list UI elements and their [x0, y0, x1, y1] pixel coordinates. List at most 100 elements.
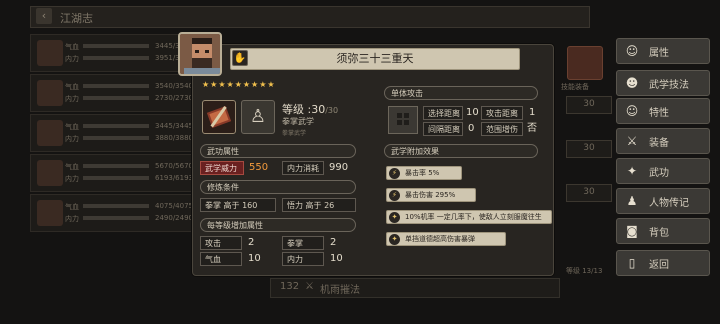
attack-range-value: 1 — [529, 107, 536, 118]
effect-item: ⚡ 暴击率 5% — [386, 166, 462, 180]
right-value-box: 30 — [566, 96, 612, 114]
avatar — [37, 200, 63, 226]
effect-item: ✦ 10%机率 一定几率下，使敌人立刻服魔往生 — [386, 210, 552, 224]
section-attack-type: 单体攻击 — [384, 86, 538, 100]
avatar — [37, 40, 63, 66]
bottom-skill-number: 132 — [280, 281, 300, 292]
section-skill-attributes: 武功属性 — [200, 144, 356, 158]
bonus-attack-value: 2 — [248, 237, 255, 248]
biography-icon: ♟ — [626, 194, 638, 208]
bonus-hp-label: 气血 — [200, 252, 242, 266]
bonus-mp-label: 内力 — [282, 252, 324, 266]
interval-value: 0 — [468, 123, 475, 134]
party-list: 气血 3445/3445 内力 3951/3951 气血 3540/3540 内… — [30, 34, 200, 284]
power-value: 550 — [249, 162, 269, 173]
hp-value: 3540/3540 — [155, 82, 193, 90]
lightning-icon: ⚡ — [389, 168, 400, 179]
menu-traits[interactable]: ☺ 特性 — [616, 98, 710, 124]
fist-icon: ♙ — [241, 100, 275, 134]
bag-icon: ◙ — [626, 224, 638, 238]
star-icon: ✦ — [389, 212, 400, 223]
mp-bar — [83, 176, 149, 180]
menu-attributes[interactable]: ☺ 属性 — [616, 38, 710, 64]
mp-label: 内力 — [65, 215, 79, 223]
hp-bar — [83, 44, 149, 48]
skill-book-icon — [567, 46, 603, 80]
section-effects: 武学附加效果 — [384, 144, 538, 158]
martial-icon: ☻ — [625, 76, 639, 90]
bonus-hp-value: 10 — [248, 253, 261, 264]
power-label: 武学威力 — [200, 161, 244, 175]
level-current: :30 — [307, 103, 326, 116]
hp-label: 气血 — [65, 123, 79, 131]
right-value-box: 30 — [566, 184, 612, 202]
menu-martial-techniques[interactable]: ☻ 武学技法 — [616, 70, 710, 96]
attack-range-grid-icon — [388, 106, 418, 134]
menu-equipment[interactable]: ⚔ 装备 — [616, 128, 710, 154]
level-label: 等级 — [282, 103, 304, 116]
aoe-label: 范围增伤 — [481, 122, 523, 136]
mp-cost-value: 990 — [329, 162, 349, 173]
effect-item: ⚡ 暴击伤害 295% — [386, 188, 476, 202]
skill-subtype: 拳掌武学 — [282, 130, 307, 137]
character-portrait — [178, 32, 222, 76]
mp-value: 2490/2490 — [155, 214, 193, 222]
menu-return[interactable]: ▯ 返回 — [616, 250, 710, 276]
mp-bar — [83, 136, 149, 140]
mp-value: 6193/6193 — [155, 174, 193, 182]
bottom-skill-name: 机雨摧法 — [320, 285, 360, 296]
requirement-fist: 拳掌 高于 160 — [200, 198, 276, 212]
party-member-row[interactable]: 气血 3445/3445 内力 3880/3880 — [30, 114, 200, 152]
skill-book-icon — [202, 100, 236, 134]
section-requirements: 修炼条件 — [200, 180, 356, 194]
mp-value: 2730/2730 — [155, 94, 193, 102]
hp-label: 气血 — [65, 203, 79, 211]
hp-value: 4075/4075 — [155, 202, 193, 210]
hp-label: 气血 — [65, 83, 79, 91]
mp-label: 内力 — [65, 135, 79, 143]
mp-label: 内力 — [65, 95, 79, 103]
mp-bar — [83, 56, 149, 60]
party-member-row[interactable]: 气血 4075/4075 内力 2490/2490 — [30, 194, 200, 232]
aoe-value: 否 — [527, 123, 537, 134]
hp-label: 气血 — [65, 43, 79, 51]
menu-biography[interactable]: ♟ 人物传记 — [616, 188, 710, 214]
back-arrow-icon[interactable]: ‹ — [36, 8, 52, 24]
trait-icon: ☺ — [625, 104, 639, 118]
select-range-value: 10 — [466, 107, 479, 118]
person-icon: ☺ — [625, 44, 639, 58]
hp-bar — [83, 84, 149, 88]
party-member-row[interactable]: 气血 3540/3540 内力 2730/2730 — [30, 74, 200, 112]
star-icon: ✦ — [389, 234, 400, 245]
sword-icon: ⚔ — [626, 134, 638, 148]
bottom-level: 等级 13/13 — [566, 267, 603, 275]
bonus-mp-value: 10 — [330, 253, 343, 264]
skill-type: 拳掌武学 — [282, 117, 314, 126]
attack-range-label: 攻击距离 — [481, 106, 523, 120]
avatar — [37, 160, 63, 186]
mp-value: 3880/3880 — [155, 134, 193, 142]
select-range-label: 选择距离 — [423, 106, 463, 120]
hp-bar — [83, 124, 149, 128]
hp-bar — [83, 204, 149, 208]
return-icon: ▯ — [628, 256, 636, 270]
party-member-row[interactable]: 气血 5670/5670 内力 6193/6193 — [30, 154, 200, 192]
screen-title: 江湖志 — [60, 12, 93, 25]
menu-bag[interactable]: ◙ 背包 — [616, 218, 710, 244]
lightning-icon: ⚡ — [389, 190, 400, 201]
skill-title: 须弥三十三重天 — [336, 52, 414, 65]
requirement-insight: 悟力 高于 26 — [282, 198, 356, 212]
party-member-row[interactable]: 气血 3445/3445 内力 3951/3951 — [30, 34, 200, 72]
top-bar — [30, 6, 590, 28]
hp-value: 5670/5670 — [155, 162, 193, 170]
bonus-attack-label: 攻击 — [200, 236, 242, 250]
mp-bar — [83, 96, 149, 100]
menu-skills[interactable]: ✦ 武功 — [616, 158, 710, 184]
avatar — [37, 80, 63, 106]
skill-icon: ✦ — [626, 164, 638, 178]
hand-icon: ✋ — [232, 50, 248, 66]
star-rating: ★★★★★★★★★ — [202, 80, 276, 89]
effect-item: ✦ 单挡道德超高伤害暴弹 — [386, 232, 506, 246]
mp-cost-label: 内力消耗 — [282, 161, 324, 175]
level-max: /30 — [325, 106, 339, 115]
